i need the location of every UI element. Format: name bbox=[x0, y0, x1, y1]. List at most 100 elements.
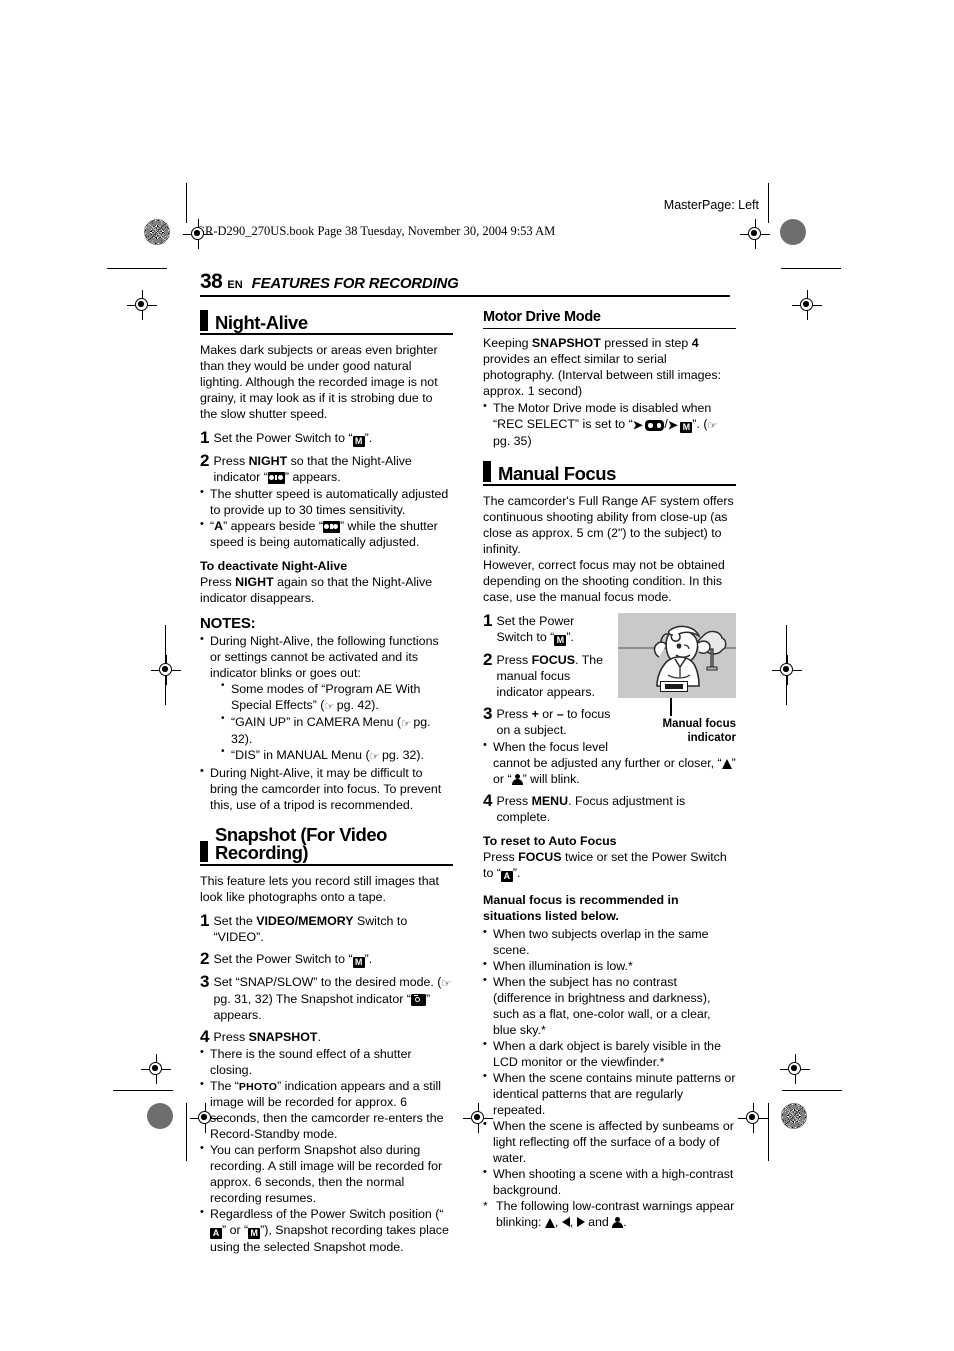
step-text-b: ”. bbox=[566, 630, 574, 645]
list-item: The Motor Drive mode is disabled when “R… bbox=[483, 399, 736, 449]
manual-focus-step-3: 3 Press + or – to focus on a subject. bbox=[483, 704, 612, 738]
manual-focus-step3-bullets: When the focus level cannot be adjusted … bbox=[483, 738, 736, 787]
figure-leader-line bbox=[670, 698, 672, 717]
minus-key-label: – bbox=[556, 707, 564, 722]
step-body: Press NIGHT so that the Night-Alive indi… bbox=[213, 451, 453, 485]
list-item: The shutter speed is automatically adjus… bbox=[200, 485, 453, 518]
bullet-text-a: When the focus level cannot be adjusted … bbox=[493, 740, 722, 771]
section-heading-manual-focus: Manual Focus bbox=[483, 461, 736, 487]
snapshot-step-1: 1 Set the VIDEO/MEMORY Switch to “VIDEO”… bbox=[200, 911, 453, 945]
page-reference: pg. 42). bbox=[336, 698, 379, 712]
bullet-text-a: The Motor Drive mode is disabled when “R… bbox=[493, 400, 712, 431]
person-near-focus-icon bbox=[511, 774, 523, 785]
step-text-a: Set the Power Switch to “ bbox=[213, 951, 353, 966]
book-source-line: GR-D290_270US.book Page 38 Tuesday, Nove… bbox=[196, 224, 556, 238]
power-switch-m-icon: M bbox=[352, 436, 365, 447]
registration-mark-left-lower bbox=[141, 1054, 171, 1084]
print-control-dot-solid-bottom-left bbox=[147, 1103, 173, 1129]
step-text-a: Set “SNAP/SLOW” to the desired mode. ( bbox=[213, 974, 442, 989]
list-item: When two subjects overlap in the same sc… bbox=[483, 925, 736, 958]
step-text-a: Press bbox=[496, 794, 532, 809]
list-item: You can perform Snapshot also during rec… bbox=[200, 1141, 453, 1206]
list-item: During Night-Alive, the following functi… bbox=[200, 632, 453, 765]
night-alive-deactivate-text: Press NIGHT again so that the Night-Aliv… bbox=[200, 574, 453, 606]
step-text-a: Press bbox=[213, 454, 249, 468]
step-body: Press + or – to focus on a subject. bbox=[496, 704, 612, 738]
reset-auto-focus-text: Press FOCUS twice or set the Power Switc… bbox=[483, 849, 736, 883]
separator: and bbox=[584, 1215, 613, 1230]
list-item: The “PHOTO” indication appears and a sti… bbox=[200, 1077, 453, 1143]
crop-line-bottom-right-vertical bbox=[768, 1103, 770, 1161]
step-body: Press SNAPSHOT. bbox=[213, 1027, 320, 1045]
triangle-left-icon bbox=[561, 1217, 570, 1228]
step-number: 4 bbox=[483, 791, 493, 811]
bullet-text-b: ” or “ bbox=[222, 1223, 249, 1238]
crop-line-left-lower-horizontal bbox=[113, 1090, 173, 1092]
heading-bar-icon bbox=[200, 840, 208, 862]
crop-line-top-left-vertical bbox=[186, 183, 188, 223]
manual-focus-intro: The camcorder's Full Range AF system off… bbox=[483, 494, 734, 605]
list-item: When a dark object is barely visible in … bbox=[483, 1037, 736, 1070]
night-alive-notes-list: During Night-Alive, the following functi… bbox=[200, 632, 453, 813]
snapshot-step-4: 4 Press SNAPSHOT. bbox=[200, 1027, 453, 1045]
footnote-marker: * bbox=[483, 1199, 488, 1214]
note-text: During Night-Alive, the following functi… bbox=[210, 634, 439, 680]
intro-text-a: Keeping bbox=[483, 335, 532, 350]
arrow-right-icon: ➤ bbox=[667, 417, 678, 432]
motor-drive-bullets: The Motor Drive mode is disabled when “R… bbox=[483, 399, 736, 449]
heading-bar-icon bbox=[200, 310, 208, 331]
step-body: Set the Power Switch to “M”. bbox=[213, 428, 372, 447]
power-switch-m-icon: M bbox=[352, 956, 365, 968]
recommended-situations-heading: Manual focus is recommended in situation… bbox=[483, 893, 679, 924]
step-number: 2 bbox=[200, 451, 210, 470]
registration-mark-top-right-inner bbox=[740, 219, 770, 249]
person-near-focus-icon bbox=[612, 1217, 624, 1228]
sub-note-text: “DIS” in MANUAL Menu ( bbox=[231, 748, 370, 763]
footnote-end: . bbox=[623, 1215, 627, 1230]
section-title-text: Night-Alive bbox=[215, 311, 308, 333]
low-contrast-footnote: * The following low-contrast warnings app… bbox=[483, 1198, 736, 1230]
list-item: Some modes of “Program AE With Special E… bbox=[221, 680, 453, 714]
step-body: Set the Power Switch to “M”. bbox=[213, 949, 372, 968]
plus-key-label: + bbox=[531, 707, 539, 722]
page-reference: pg. 35) bbox=[493, 434, 532, 449]
separator: , bbox=[554, 1215, 562, 1230]
page-reference-icon: ☞ bbox=[401, 718, 411, 731]
manual-focus-figure-wrapper: Manual focus indicator bbox=[618, 613, 736, 744]
list-item: When illumination is low.* bbox=[483, 957, 736, 974]
step-number: 3 bbox=[200, 971, 210, 991]
note-sublist: Some modes of “Program AE With Special E… bbox=[210, 680, 453, 765]
mountain-far-focus-icon bbox=[544, 1218, 555, 1229]
page-content: 38 EN FEATURES FOR RECORDING Night-Alive… bbox=[200, 270, 760, 1255]
button-name-focus: FOCUS bbox=[531, 653, 575, 668]
chapter-title: FEATURES FOR RECORDING bbox=[251, 275, 459, 292]
night-alive-step-2: 2 Press NIGHT so that the Night-Alive in… bbox=[200, 451, 453, 485]
memory-card-m-icon: M bbox=[680, 421, 693, 433]
page-reference: pg. 32). bbox=[381, 748, 424, 763]
step-body: Press MENU. Focus adjustment is complete… bbox=[496, 791, 736, 825]
masterpage-label: MasterPage: Left bbox=[663, 198, 759, 212]
snapshot-camera-icon bbox=[410, 993, 426, 1006]
step-body: Set “SNAP/SLOW” to the desired mode. (☞ … bbox=[213, 972, 453, 1023]
power-switch-a-icon: A bbox=[210, 1228, 222, 1240]
list-item: When the subject has no contrast (differ… bbox=[483, 973, 736, 1038]
night-alive-intro: Makes dark subjects or areas even bright… bbox=[200, 343, 438, 421]
power-switch-m-icon: M bbox=[248, 1228, 261, 1240]
list-item: Regardless of the Power Switch position … bbox=[200, 1205, 453, 1255]
step-body: Set the VIDEO/MEMORY Switch to “VIDEO”. bbox=[213, 911, 453, 945]
list-item: When the scene is affected by sunbeams o… bbox=[483, 1117, 736, 1166]
list-item: “DIS” in MANUAL Menu (☞ pg. 32). bbox=[221, 746, 453, 764]
motor-drive-intro: Keeping SNAPSHOT pressed in step 4 provi… bbox=[483, 335, 736, 399]
button-name-snapshot: SNAPSHOT bbox=[248, 1029, 318, 1044]
crop-line-right-upper-horizontal bbox=[781, 268, 841, 270]
step-text-a: Set the bbox=[213, 913, 257, 928]
manual-focus-indicator-badge bbox=[660, 681, 688, 693]
step-number: 1 bbox=[200, 428, 210, 447]
triangle-right-icon bbox=[576, 1217, 585, 1228]
heading-bar-icon bbox=[483, 461, 491, 483]
night-alive-step-1: 1 Set the Power Switch to “M”. bbox=[200, 428, 453, 447]
separator: , bbox=[569, 1215, 577, 1230]
list-item: “GAIN UP” in CAMERA Menu (☞ pg. 32). bbox=[221, 713, 453, 747]
snapshot-step-2: 2 Set the Power Switch to “M”. bbox=[200, 949, 453, 968]
language-code: EN bbox=[227, 279, 243, 291]
